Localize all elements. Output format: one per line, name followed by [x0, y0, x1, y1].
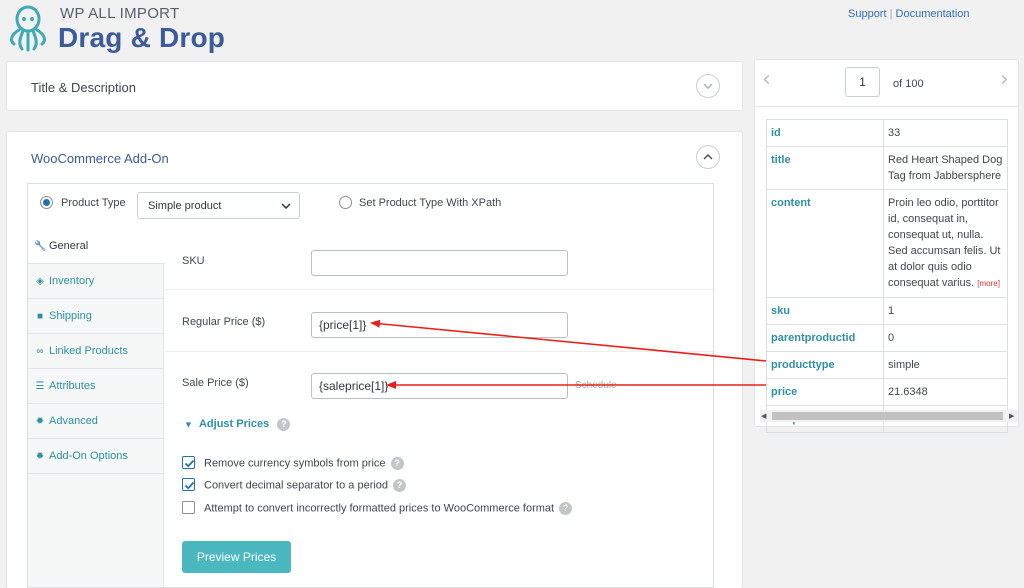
mapping-arrows — [370, 319, 767, 389]
price-mapping-arrow — [370, 319, 767, 362]
